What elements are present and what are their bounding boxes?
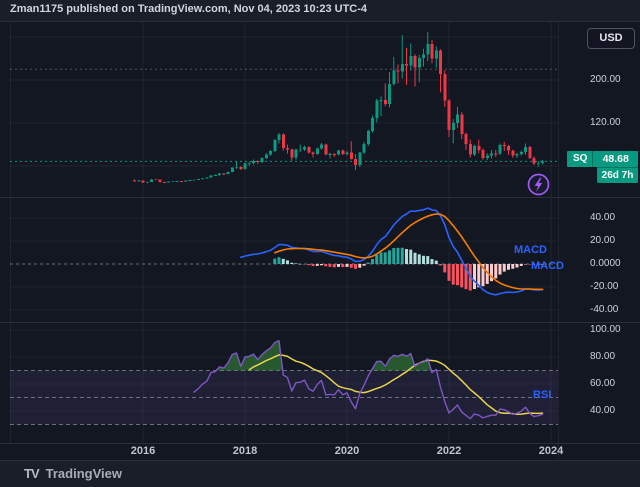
macd-annotation-label: MACD bbox=[531, 260, 564, 272]
published-chart-snapshot: Zman1175 published on TradingView.com, N… bbox=[0, 0, 640, 487]
symbol-label: SQ bbox=[567, 151, 593, 167]
rsi-axis-label: 100.00 bbox=[590, 324, 621, 336]
last-price-value: 48.68 bbox=[593, 151, 638, 167]
time-axis-label: 2020 bbox=[325, 445, 369, 458]
time-axis-label: 2016 bbox=[121, 445, 165, 458]
time-axis-label: 2022 bbox=[427, 445, 471, 458]
macd-axis-label: 0.0000 bbox=[590, 258, 621, 270]
macd-axis-label: -40.00 bbox=[590, 304, 618, 316]
price-axis-label: 200.00 bbox=[590, 74, 621, 86]
tradingview-logo-icon: TV bbox=[24, 466, 39, 481]
tradingview-wordmark: TradingView bbox=[46, 466, 122, 481]
rsi-axis-label: 60.00 bbox=[590, 378, 615, 390]
last-price-row: SQ 48.68 bbox=[567, 151, 638, 167]
last-price-badge: SQ 48.68 26d 7h bbox=[567, 151, 638, 183]
time-scale[interactable] bbox=[0, 443, 558, 461]
time-axis-label: 2024 bbox=[529, 445, 573, 458]
time-axis-label: 2018 bbox=[223, 445, 267, 458]
macd-axis-label: -20.00 bbox=[590, 281, 618, 293]
publish-info: Zman1175 published on TradingView.com, N… bbox=[10, 3, 367, 19]
rsi-axis-label: 40.00 bbox=[590, 405, 615, 417]
currency-toggle-button[interactable]: USD bbox=[587, 28, 635, 49]
rsi-axis-label: 80.00 bbox=[590, 351, 615, 363]
rsi-annotation-label: RSI bbox=[533, 389, 551, 401]
macd-annotation-label: MACD bbox=[514, 244, 547, 256]
bar-countdown: 26d 7h bbox=[597, 167, 638, 183]
lightning-icon bbox=[527, 173, 550, 196]
boost-button[interactable] bbox=[527, 173, 550, 196]
price-axis-label: 120.00 bbox=[590, 117, 621, 129]
tradingview-attribution[interactable]: TV TradingView bbox=[24, 463, 122, 483]
macd-axis-label: 20.00 bbox=[590, 235, 615, 247]
macd-axis-label: 40.00 bbox=[590, 212, 615, 224]
